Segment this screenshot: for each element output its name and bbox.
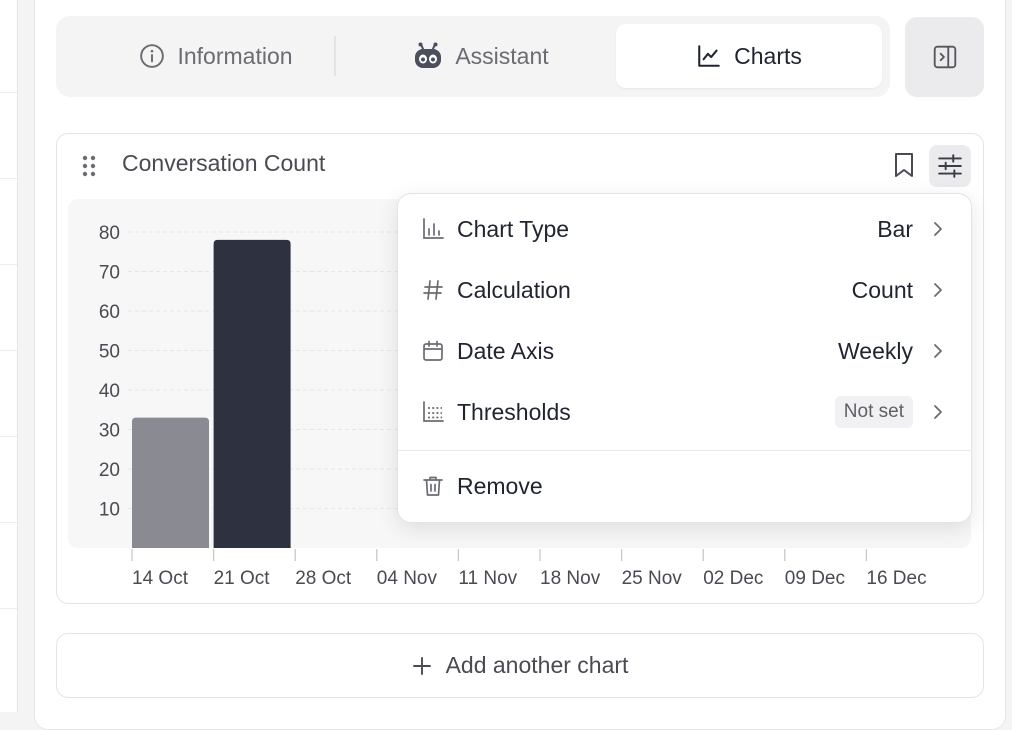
menu-item-remove[interactable]: Remove <box>398 456 971 516</box>
y-tick-label: 20 <box>99 460 120 481</box>
trash-icon <box>420 473 446 499</box>
bar-chart-icon <box>420 216 446 242</box>
menu-item-label: Chart Type <box>457 215 570 242</box>
menu-item-value: Weekly <box>838 337 913 364</box>
add-chart-button[interactable]: Add another chart <box>56 633 984 698</box>
chevron-right-icon <box>934 405 942 419</box>
x-tick-label: 02 Dec <box>703 568 763 589</box>
menu-item-label: Remove <box>457 472 543 499</box>
chevron-right-icon <box>934 222 942 236</box>
x-tick-label: 18 Nov <box>540 568 601 589</box>
y-tick-label: 40 <box>99 381 120 402</box>
menu-item-label: Date Axis <box>457 337 555 364</box>
divider <box>0 608 17 609</box>
y-tick-label: 80 <box>99 223 120 244</box>
plus-icon <box>412 656 431 675</box>
menu-item-date-axis[interactable]: Date Axis Weekly <box>398 321 971 381</box>
y-tick-label: 30 <box>99 421 120 442</box>
y-tick-label: 10 <box>99 500 120 521</box>
bar[interactable] <box>213 239 291 548</box>
x-tick-label: 14 Oct <box>132 568 189 589</box>
status-badge: Not set <box>834 396 913 428</box>
chevron-right-icon <box>934 344 942 358</box>
menu-item-value: Bar <box>877 215 913 242</box>
menu-item-label: Thresholds <box>457 398 571 425</box>
menu-item-label: Calculation <box>457 276 571 303</box>
menu-item-value: Count <box>851 276 913 303</box>
add-chart-label: Add another chart <box>445 652 629 678</box>
calendar-icon <box>420 338 446 364</box>
chart-settings-menu: Chart Type Bar Calculation Count Date Ax… <box>397 193 972 523</box>
x-tick-label: 25 Nov <box>622 568 683 589</box>
bar[interactable] <box>132 417 209 548</box>
x-tick-label: 11 Nov <box>458 568 517 589</box>
x-tick-label: 04 Nov <box>377 568 438 589</box>
menu-item-thresholds[interactable]: Thresholds Not set <box>398 382 971 442</box>
menu-item-calculation[interactable]: Calculation Count <box>398 260 971 320</box>
x-tick-label: 21 Oct <box>214 568 271 589</box>
hash-icon <box>420 277 446 303</box>
chevron-right-icon <box>934 283 942 297</box>
menu-divider <box>398 450 971 451</box>
menu-item-chart-type[interactable]: Chart Type Bar <box>398 199 971 259</box>
y-tick-label: 50 <box>99 342 120 363</box>
y-tick-label: 70 <box>99 263 120 284</box>
thresholds-icon <box>420 399 446 425</box>
x-tick-label: 09 Dec <box>785 568 845 589</box>
x-tick-label: 16 Dec <box>866 568 926 589</box>
y-tick-label: 60 <box>99 302 120 323</box>
x-tick-label: 28 Oct <box>295 568 352 589</box>
